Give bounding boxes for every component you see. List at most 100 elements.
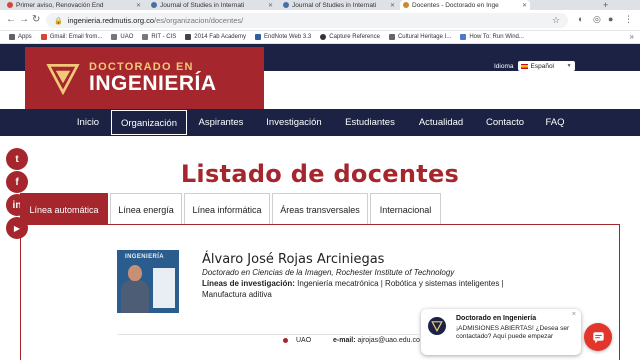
teacher-email[interactable]: e-mail: ajrojas@uao.edu.co xyxy=(333,337,420,344)
research-label: Líneas de investigación: xyxy=(202,279,295,288)
bookmark-label: Apps xyxy=(18,34,32,40)
photo-figure-head xyxy=(128,265,142,281)
browser-tab[interactable]: Primer aviso, Renovación End ✕ xyxy=(4,0,144,10)
chat-bubble-icon xyxy=(592,331,604,343)
windows-icon xyxy=(460,34,467,40)
bookmark-item[interactable]: UAO xyxy=(111,34,133,40)
bookmark-label: UAO xyxy=(120,34,134,40)
teacher-institution: UAO xyxy=(283,337,311,344)
page-title: Listado de docentes xyxy=(180,160,460,188)
institution-label: UAO xyxy=(296,337,312,344)
bookmark-item[interactable]: Gmail: Email from... xyxy=(40,34,103,40)
chat-message: ¡ADMISIONES ABIERTAS! ¿Desea ser contact… xyxy=(456,325,570,340)
tab-linea-informatica[interactable]: Línea informática xyxy=(184,193,270,225)
chat-title: Doctorado en Ingeniería xyxy=(456,315,537,322)
url-host: ingenieria.redmutis.org.co xyxy=(67,16,155,25)
chat-close-icon[interactable]: × xyxy=(572,311,576,318)
bookmark-item[interactable]: EndNote Web 3.3 xyxy=(254,34,312,40)
logo-wordmark: DOCTORADO EN INGENIERÍA xyxy=(89,61,217,95)
nav-item-estudiantes[interactable]: Estudiantes xyxy=(336,109,404,136)
bookmark-label: Gmail: Email from... xyxy=(49,34,103,40)
logo-emblem-icon xyxy=(46,64,80,96)
apps-grid-icon xyxy=(9,34,15,40)
email-label: e-mail: xyxy=(333,337,356,344)
forward-icon[interactable]: → xyxy=(19,14,29,26)
site-header: DOCTORADO EN INGENIERÍA Idioma Español ▼ xyxy=(0,44,640,109)
close-tab-icon[interactable]: ✕ xyxy=(136,2,141,9)
site-logo[interactable]: DOCTORADO EN INGENIERÍA xyxy=(25,47,264,109)
bookmark-star-icon[interactable]: ☆ xyxy=(552,15,560,26)
heritage-icon xyxy=(388,34,395,40)
url-path: /es/organizacion/docentes/ xyxy=(154,16,244,25)
bookmark-label: Capture Reference xyxy=(329,34,380,40)
tab-title: Journal of Studies in Internati xyxy=(292,1,377,9)
tab-areas-transversales[interactable]: Áreas transversales xyxy=(272,193,368,225)
profile-icon[interactable]: ● xyxy=(608,14,613,24)
reload-icon[interactable]: ↻ xyxy=(32,14,40,26)
gmail-icon xyxy=(40,34,47,40)
logo-emblem-icon xyxy=(431,321,443,332)
nav-item-inicio[interactable]: Inicio xyxy=(66,109,110,136)
back-icon[interactable]: ← xyxy=(6,14,16,26)
more-bookmarks-button[interactable]: » xyxy=(630,32,634,41)
bookmark-item[interactable]: Apps xyxy=(9,34,32,40)
new-tab-button[interactable]: + xyxy=(603,0,608,10)
bookmark-label: 2014 Fab Academy xyxy=(194,34,246,40)
photo-banner-text: INGENIERÍA xyxy=(125,254,165,260)
close-tab-icon[interactable]: ✕ xyxy=(390,2,395,9)
close-tab-icon[interactable]: ✕ xyxy=(268,2,273,9)
tab-linea-energia[interactable]: Línea energía xyxy=(110,193,182,225)
chevron-down-icon: ▼ xyxy=(566,63,572,69)
email-value: ajrojas@uao.edu.co xyxy=(355,337,420,344)
bookmarks-bar: Apps Gmail: Email from... UAO RIT - CIS … xyxy=(0,31,640,44)
nav-item-organizacion[interactable]: Organización xyxy=(111,110,187,135)
menu-kebab-icon[interactable]: ⋮ xyxy=(624,14,633,25)
folder-icon xyxy=(111,34,118,40)
teacher-degree: Doctorado en Ciencias de la Imagen, Roch… xyxy=(202,268,455,277)
nav-item-investigacion[interactable]: Investigación xyxy=(258,109,330,136)
language-switcher: Idioma Español ▼ xyxy=(494,61,575,71)
nav-item-actualidad[interactable]: Actualidad xyxy=(410,109,472,136)
browser-tab[interactable]: Journal of Studies in Internati ✕ xyxy=(280,0,398,10)
nav-item-contacto[interactable]: Contacto xyxy=(478,109,532,136)
lock-icon: 🔒 xyxy=(54,17,63,25)
bookmark-item[interactable]: Capture Reference xyxy=(320,34,380,40)
address-bar[interactable]: 🔒 ingenieria.redmutis.org.co/es/organiza… xyxy=(46,13,568,28)
teacher-name: Álvaro José Rojas Arciniegas xyxy=(202,252,385,267)
chat-popup[interactable]: Doctorado en Ingeniería ¡ADMISIONES ABIE… xyxy=(421,309,581,355)
tab-title: Docentes - Doctorado en Inge xyxy=(412,1,499,9)
extension-icon[interactable]: ◐ xyxy=(578,14,583,24)
logo-line-2: INGENIERÍA xyxy=(89,72,217,95)
card-divider xyxy=(118,334,418,335)
language-value: Español xyxy=(530,62,555,70)
folder-icon xyxy=(142,34,149,40)
bookmark-label: EndNote Web 3.3 xyxy=(263,34,312,40)
bookmark-item[interactable]: How To: Run Wind... xyxy=(460,34,524,40)
fab-academy-icon xyxy=(185,34,192,40)
endnote-icon xyxy=(254,34,261,40)
bookmark-label: RIT - CIS xyxy=(151,34,177,40)
tab-linea-automatica[interactable]: Línea automática xyxy=(20,193,108,225)
close-tab-icon[interactable]: ✕ xyxy=(522,2,527,9)
language-select[interactable]: Español ▼ xyxy=(517,61,575,71)
nav-item-faq[interactable]: FAQ xyxy=(540,109,570,136)
bookmark-item[interactable]: Cultural Heritage I... xyxy=(388,34,451,40)
nav-item-aspirantes[interactable]: Aspirantes xyxy=(190,109,252,136)
photo-figure-body xyxy=(121,280,149,313)
bookmark-label: How To: Run Wind... xyxy=(469,34,524,40)
tab-internacional[interactable]: Internacional xyxy=(370,193,441,225)
chat-launcher-button[interactable] xyxy=(584,323,612,351)
browser-tab-active[interactable]: Docentes - Doctorado en Inge ✕ xyxy=(400,0,530,10)
tab-title: Journal of Studies in Internati xyxy=(160,1,245,9)
site-favicon-icon xyxy=(403,2,409,8)
browser-tabstrip: Primer aviso, Renovación End ✕ Journal o… xyxy=(0,0,640,10)
extension-icon[interactable]: ◎ xyxy=(593,14,601,25)
bookmark-item[interactable]: 2014 Fab Academy xyxy=(185,34,246,40)
gmail-icon xyxy=(7,2,13,8)
bookmark-item[interactable]: RIT - CIS xyxy=(142,34,176,40)
browser-tab[interactable]: Journal of Studies in Internati ✕ xyxy=(148,0,276,10)
browser-toolbar: ← → ↻ 🔒 ingenieria.redmutis.org.co/es/or… xyxy=(0,10,640,31)
teacher-research-lines: Líneas de investigación: Ingeniería meca… xyxy=(202,278,537,300)
tab-title: Primer aviso, Renovación End xyxy=(16,1,104,9)
globe-icon xyxy=(283,2,289,8)
